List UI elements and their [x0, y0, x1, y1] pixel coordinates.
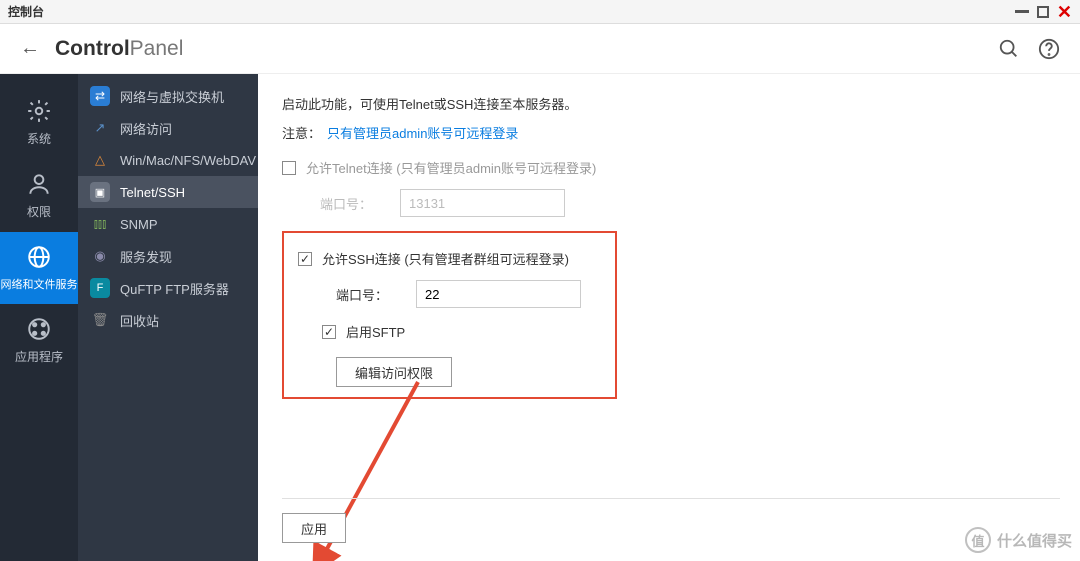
watermark-logo: 值	[965, 527, 991, 553]
search-icon[interactable]	[998, 38, 1020, 60]
page-title: ControlPanel	[55, 37, 183, 61]
watermark-text: 什么值得买	[997, 530, 1072, 551]
rail-item-network-files[interactable]: 网络和文件服务	[0, 232, 78, 304]
ssh-label: 允许SSH连接 (只有管理者群组可远程登录)	[322, 249, 569, 268]
grid-icon	[26, 316, 52, 342]
telnet-row: 允许Telnet连接 (只有管理员admin账号可远程登录)	[282, 158, 1060, 177]
telnet-port-input[interactable]	[400, 189, 565, 217]
sidebar-item-label: Win/Mac/NFS/WebDAV	[120, 153, 256, 168]
sftp-label: 启用SFTP	[346, 322, 405, 341]
user-icon	[26, 171, 52, 197]
titlebar: 控制台 ✕	[0, 0, 1080, 24]
sidebar-item-trash[interactable]: 🗑 回收站	[78, 304, 258, 336]
network-icon: ↗	[90, 118, 110, 138]
sidebar-item-label: 回收站	[120, 311, 159, 330]
ssh-row: 允许SSH连接 (只有管理者群组可远程登录)	[298, 249, 597, 268]
header: ← ControlPanel	[0, 24, 1080, 74]
apply-button[interactable]: 应用	[282, 513, 346, 543]
sidebar-item-label: SNMP	[120, 217, 158, 232]
radar-icon: ◉	[90, 246, 110, 266]
footer: 应用	[282, 498, 1060, 543]
main-panel: 启动此功能，可使用Telnet或SSH连接至本服务器。 注意：只有管理员admi…	[258, 74, 1080, 561]
terminal-icon: ▣	[90, 182, 110, 202]
watermark: 值 什么值得买	[965, 527, 1072, 553]
sftp-checkbox[interactable]	[322, 325, 336, 339]
telnet-port-row: 端口号：	[320, 189, 1060, 217]
rail-item-apps[interactable]: 应用程序	[0, 304, 78, 377]
triangle-icon: △	[90, 150, 110, 170]
rail-label: 系统	[27, 130, 51, 147]
sidebar-item-label: QuFTP FTP服务器	[120, 279, 229, 298]
close-icon[interactable]: ✕	[1057, 6, 1072, 18]
sidebar-item-protocols[interactable]: △ Win/Mac/NFS/WebDAV	[78, 144, 258, 176]
rail-label: 网络和文件服务	[1, 276, 78, 292]
rail-label: 权限	[27, 203, 51, 220]
vswitch-icon: ⇄	[90, 86, 110, 106]
ssh-section: 允许SSH连接 (只有管理者群组可远程登录) 端口号： 启用SFTP 编辑访问权…	[282, 231, 617, 399]
trash-icon: 🗑	[90, 310, 110, 330]
bars-icon: ⫾⫾⫾	[90, 214, 110, 234]
gear-icon	[26, 98, 52, 124]
sidebar-item-snmp[interactable]: ⫾⫾⫾ SNMP	[78, 208, 258, 240]
sidebar-item-discovery[interactable]: ◉ 服务发现	[78, 240, 258, 272]
sidebar-item-label: 网络访问	[120, 119, 172, 138]
sidebar: ⇄ 网络与虚拟交换机 ↗ 网络访问 △ Win/Mac/NFS/WebDAV ▣…	[78, 74, 258, 561]
ssh-port-input[interactable]	[416, 280, 581, 308]
sidebar-item-quftp[interactable]: F QuFTP FTP服务器	[78, 272, 258, 304]
sidebar-item-label: 服务发现	[120, 247, 172, 266]
telnet-label: 允许Telnet连接 (只有管理员admin账号可远程登录)	[306, 158, 596, 177]
window-title: 控制台	[8, 3, 1015, 20]
help-icon[interactable]	[1038, 38, 1060, 60]
ftp-icon: F	[90, 278, 110, 298]
telnet-port-label: 端口号：	[320, 194, 400, 213]
sidebar-item-vswitch[interactable]: ⇄ 网络与虚拟交换机	[78, 80, 258, 112]
rail-item-system[interactable]: 系统	[0, 86, 78, 159]
ssh-checkbox[interactable]	[298, 252, 312, 266]
rail-label: 应用程序	[15, 348, 63, 365]
ssh-port-row: 端口号：	[336, 280, 597, 308]
admin-note: 注意：只有管理员admin账号可远程登录	[282, 123, 1060, 142]
sidebar-item-label: Telnet/SSH	[120, 185, 185, 200]
back-arrow-icon[interactable]: ←	[20, 37, 40, 60]
telnet-checkbox[interactable]	[282, 161, 296, 175]
sidebar-item-telnet-ssh[interactable]: ▣ Telnet/SSH	[78, 176, 258, 208]
nav-rail: 系统 权限 网络和文件服务 应用程序	[0, 74, 78, 561]
minimize-icon[interactable]	[1015, 10, 1029, 13]
sidebar-item-label: 网络与虚拟交换机	[120, 87, 224, 106]
edit-access-button[interactable]: 编辑访问权限	[336, 357, 452, 387]
ssh-port-label: 端口号：	[336, 285, 416, 304]
rail-item-permission[interactable]: 权限	[0, 159, 78, 232]
maximize-icon[interactable]	[1037, 6, 1049, 18]
globe-icon	[26, 244, 52, 270]
sidebar-item-network-access[interactable]: ↗ 网络访问	[78, 112, 258, 144]
feature-description: 启动此功能，可使用Telnet或SSH连接至本服务器。	[282, 94, 1060, 113]
